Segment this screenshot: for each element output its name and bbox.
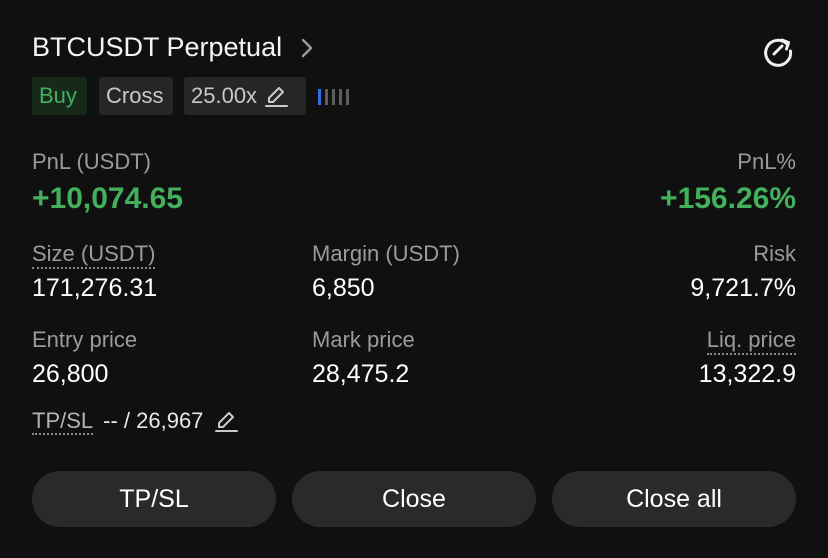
entry-price-value: 26,800 [32,360,109,388]
side-badge: Buy [32,77,87,115]
leverage-value: 25.00x [191,83,258,108]
margin-value: 6,850 [312,274,375,302]
liq-price-value: 13,322.9 [698,360,796,388]
risk-bar [346,89,349,105]
risk-bar [339,89,342,105]
tpsl-value: -- / 26,967 [103,408,204,433]
risk-bar [332,89,335,105]
pnl-pct-label: PnL% [737,149,796,174]
tpsl-label[interactable]: TP/SL [32,408,94,435]
share-refresh-icon[interactable] [760,33,796,69]
risk-value: 9,721.7% [690,274,796,302]
entry-price-label: Entry price [32,327,138,352]
size-value: 171,276.31 [32,274,158,302]
margin-label: Margin (USDT) [312,241,460,266]
size-label[interactable]: Size (USDT) [32,241,156,269]
mark-price-value: 28,475.2 [312,360,410,388]
pnl-pct-value: +156.26% [660,182,796,215]
risk-bar [318,89,321,105]
risk-bar [325,89,328,105]
margin-mode-badge: Cross [99,77,173,115]
leverage-badge[interactable]: 25.00x [184,77,306,115]
tpsl-row: TP/SL -- / 26,967 [32,408,239,435]
risk-level-indicator [318,89,356,105]
symbol-title: BTCUSDT Perpetual [32,32,283,62]
pencil-icon[interactable] [213,408,239,434]
risk-label: Risk [753,241,796,266]
tpsl-button[interactable]: TP/SL [32,471,276,527]
pnl-label: PnL (USDT) [32,149,151,174]
pnl-value: +10,074.65 [32,182,183,215]
liq-price-label[interactable]: Liq. price [706,327,796,355]
position-title[interactable]: BTCUSDT Perpetual [32,32,316,63]
close-all-button[interactable]: Close all [552,471,796,527]
chevron-right-icon [301,38,313,57]
pencil-icon[interactable] [263,83,289,109]
close-button[interactable]: Close [292,471,536,527]
mark-price-label: Mark price [312,327,415,352]
